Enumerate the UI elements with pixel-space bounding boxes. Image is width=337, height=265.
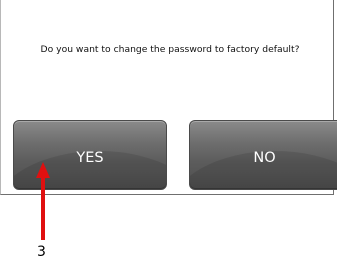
annotation-label: 3 bbox=[37, 244, 46, 260]
no-button-label: NO bbox=[253, 150, 276, 166]
annotation-arrow-icon bbox=[36, 162, 50, 240]
yes-button-label: YES bbox=[76, 150, 104, 166]
no-button[interactable]: NO bbox=[189, 120, 337, 190]
dialog-message: Do you want to change the password to fa… bbox=[40, 44, 300, 55]
confirm-dialog: Do you want to change the password to fa… bbox=[0, 0, 337, 196]
